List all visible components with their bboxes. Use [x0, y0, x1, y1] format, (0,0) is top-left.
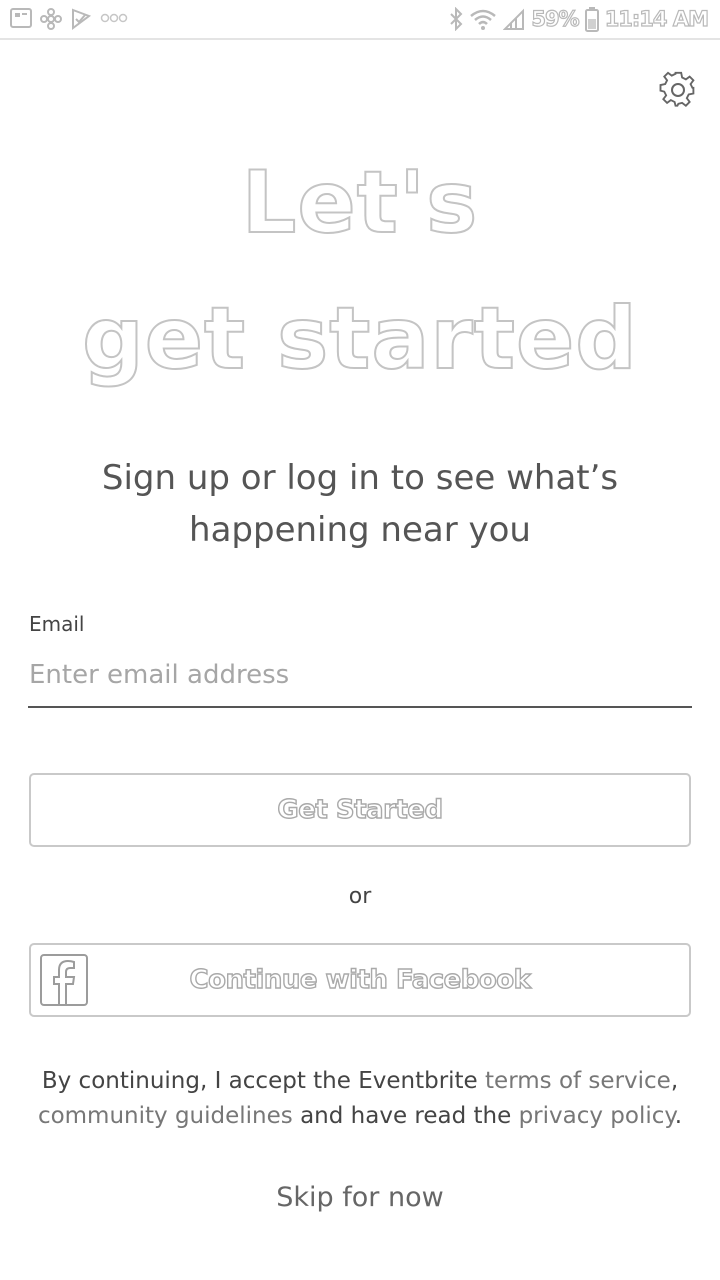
get-started-button[interactable]: Get Started	[29, 773, 691, 847]
terms-comma: ,	[670, 1068, 679, 1094]
status-bar: 59% 11:14 AM	[0, 0, 720, 40]
terms-suffix: .	[674, 1103, 683, 1129]
subtitle-line-2: happening near you	[189, 510, 531, 550]
email-input[interactable]	[28, 648, 692, 708]
continue-with-facebook-label: Continue with Facebook	[189, 964, 532, 995]
facebook-icon	[40, 954, 88, 1006]
wifi-icon	[469, 7, 497, 31]
battery-icon	[584, 6, 599, 32]
headline-line-1: Let's	[241, 153, 479, 253]
gallery-icon	[10, 8, 32, 28]
terms-middle: and have read the	[292, 1103, 519, 1129]
bluetooth-icon	[449, 7, 463, 31]
continue-with-facebook-button[interactable]: Continue with Facebook	[29, 943, 691, 1017]
signal-icon	[503, 7, 525, 31]
gear-icon	[659, 71, 697, 113]
headline: Let's get started	[0, 153, 720, 389]
community-guidelines-link[interactable]: community guidelines	[38, 1103, 293, 1129]
terms-of-service-link[interactable]: terms of service	[485, 1068, 671, 1094]
headline-line-2: get started	[81, 289, 638, 389]
subtitle-line-1: Sign up or log in to see what’s	[101, 458, 619, 498]
status-bar-system: 59% 11:14 AM	[449, 6, 710, 32]
status-bar-notifications	[10, 8, 128, 30]
subtitle: Sign up or log in to see what’s happenin…	[60, 452, 660, 556]
battery-percent: 59%	[531, 6, 580, 31]
privacy-policy-link[interactable]: privacy policy	[519, 1103, 675, 1129]
checkmark-icon	[70, 8, 92, 30]
terms-prefix: By continuing, I accept the Eventbrite	[41, 1068, 486, 1094]
get-started-label: Get Started	[277, 794, 444, 825]
more-dots-icon	[100, 8, 128, 28]
settings-button[interactable]	[656, 70, 700, 114]
skip-for-now-button[interactable]: Skip for now	[0, 1182, 720, 1213]
or-divider: or	[348, 884, 372, 909]
clock: 11:14 AM	[604, 6, 710, 31]
terms-text: By continuing, I accept the Eventbrite t…	[20, 1064, 700, 1134]
email-label: Email	[29, 612, 85, 636]
pinwheel-icon	[40, 8, 62, 30]
